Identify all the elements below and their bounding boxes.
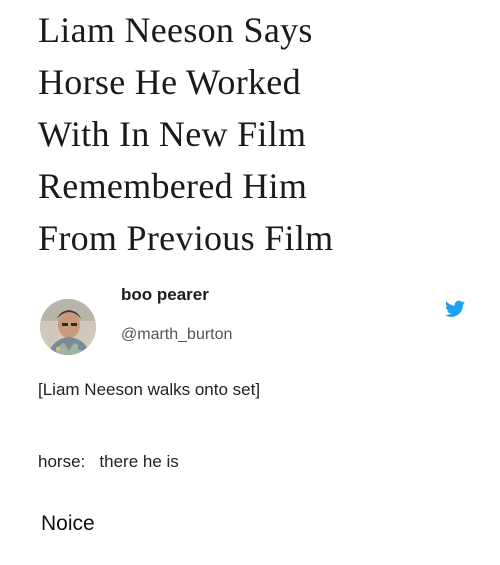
headline-line: Liam Neeson Says (38, 10, 313, 50)
tweet-card: boo pearer @marth_burton [Liam Neeson wa… (0, 285, 500, 475)
avatar-photo-icon (40, 299, 96, 355)
display-name[interactable]: boo pearer (121, 285, 209, 305)
headline-line: Horse He Worked (38, 62, 301, 102)
avatar[interactable] (40, 299, 96, 355)
headline-line: From Previous Film (38, 218, 334, 258)
user-handle[interactable]: @marth_burton (121, 326, 232, 344)
twitter-bird-icon (445, 300, 465, 318)
tweet-text-line: horse: there he is (38, 452, 179, 471)
headline-line: Remembered Him (38, 166, 308, 206)
tweet-text-line: [Liam Neeson walks onto set] (38, 380, 261, 399)
headline: Liam Neeson Says Horse He Worked With In… (38, 4, 458, 264)
headline-line: With In New Film (38, 114, 307, 154)
caption: Noice (41, 512, 95, 535)
